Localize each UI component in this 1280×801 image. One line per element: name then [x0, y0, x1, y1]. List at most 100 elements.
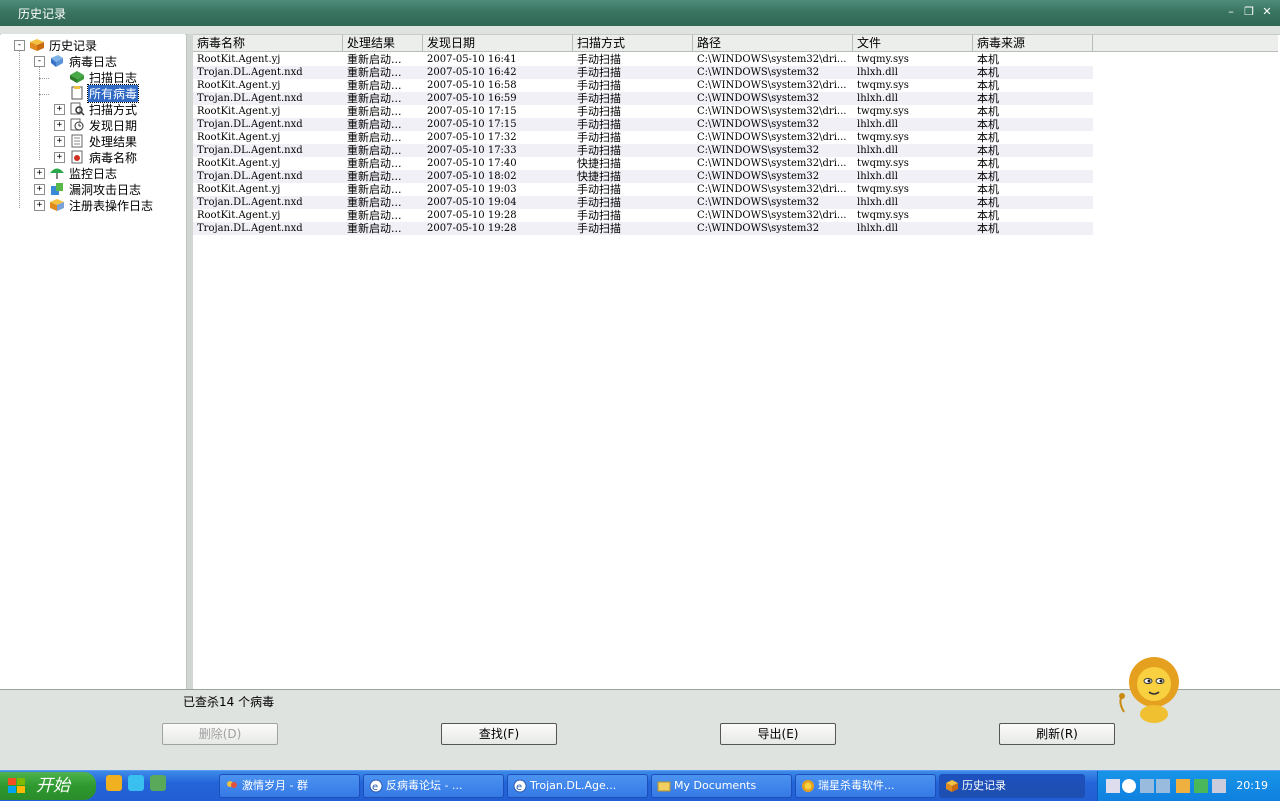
tree-node-result[interactable]: + 处理结果: [54, 133, 138, 149]
delete-button[interactable]: 删除(D): [162, 723, 278, 745]
tree-node-virus-log[interactable]: - 病毒日志: [34, 53, 118, 69]
column-filler: [1093, 35, 1278, 51]
task-button-antivirus-forum[interactable]: e 反病毒论坛 - ...: [363, 774, 504, 798]
network-icon[interactable]: [150, 775, 166, 791]
collapse-icon[interactable]: -: [34, 55, 45, 67]
clock: 20:19: [1236, 779, 1268, 792]
task-button-trojan[interactable]: e Trojan.DL.Age...: [507, 774, 648, 798]
column-virus-name[interactable]: 病毒名称: [193, 35, 343, 51]
cell-source: 本机: [977, 79, 999, 92]
expand-icon[interactable]: +: [54, 119, 65, 131]
cell-found-date: 2007-05-10 19:28: [427, 223, 517, 234]
minimize-icon[interactable]: –: [1224, 5, 1238, 19]
column-file[interactable]: 文件: [853, 35, 973, 51]
display-tray-icon[interactable]: [1156, 779, 1170, 793]
start-button[interactable]: 开始: [0, 772, 96, 800]
media-player-icon[interactable]: [106, 775, 122, 791]
chat-tray-icon[interactable]: [1176, 779, 1190, 793]
tree-node-exploit-log[interactable]: + 漏洞攻击日志: [34, 181, 142, 197]
expand-icon[interactable]: +: [54, 135, 65, 147]
table-row[interactable]: RootKit.Agent.yj 重新启动... 2007-05-10 19:28 手…: [193, 209, 1093, 222]
table-row[interactable]: RootKit.Agent.yj 重新启动... 2007-05-10 17:32 手…: [193, 131, 1093, 144]
tree-label: 监控日志: [69, 166, 118, 181]
browser-icon[interactable]: [128, 775, 144, 791]
table-row[interactable]: Trojan.DL.Agent.nxd 重新启动... 2007-05-10 18:…: [193, 170, 1093, 183]
lion-mascot-icon[interactable]: [1116, 652, 1182, 724]
table-row[interactable]: Trojan.DL.Agent.nxd 重新启动... 2007-05-10 17:…: [193, 118, 1093, 131]
cell-scan-method: 手动扫描: [577, 79, 621, 92]
task-button-history[interactable]: 历史记录: [939, 774, 1085, 798]
table-row[interactable]: RootKit.Agent.yj 重新启动... 2007-05-10 17:15 手…: [193, 105, 1093, 118]
task-label: 激情岁月 - 群: [242, 779, 308, 792]
expand-icon[interactable]: +: [54, 103, 65, 115]
cell-file: lhlxh.dll: [857, 67, 898, 78]
virus-name-icon: [71, 150, 83, 164]
task-label: 历史记录: [962, 779, 1006, 792]
task-button-group-chat[interactable]: 激情岁月 - 群: [219, 774, 360, 798]
windows-flag-icon: [8, 778, 25, 793]
close-icon[interactable]: ✕: [1260, 5, 1274, 19]
table-row[interactable]: Trojan.DL.Agent.nxd 重新启动... 2007-05-10 19:…: [193, 196, 1093, 209]
tree-node-virus-name[interactable]: + 病毒名称: [54, 149, 138, 165]
column-path[interactable]: 路径: [693, 35, 853, 51]
cell-file: twqmy.sys: [857, 80, 909, 91]
column-scan-method[interactable]: 扫描方式: [573, 35, 693, 51]
tree-node-scan-log[interactable]: 扫描日志: [69, 69, 138, 85]
screen-tray-icon[interactable]: [1212, 779, 1226, 793]
collapse-icon[interactable]: -: [14, 39, 25, 51]
table-row[interactable]: Trojan.DL.Agent.nxd 重新启动... 2007-05-10 17:…: [193, 144, 1093, 157]
refresh-button[interactable]: 刷新(R): [999, 723, 1115, 745]
column-source[interactable]: 病毒来源: [973, 35, 1093, 51]
keyboard-icon[interactable]: [1106, 779, 1120, 793]
cell-found-date: 2007-05-10 16:42: [427, 67, 517, 78]
table-row[interactable]: Trojan.DL.Agent.nxd 重新启动... 2007-05-10 16:…: [193, 66, 1093, 79]
cell-scan-method: 手动扫描: [577, 118, 621, 131]
tree-node-all-viruses[interactable]: 所有病毒: [69, 83, 140, 103]
table-row[interactable]: RootKit.Agent.yj 重新启动... 2007-05-10 19:03 手…: [193, 183, 1093, 196]
table-row[interactable]: Trojan.DL.Agent.nxd 重新启动... 2007-05-10 16:…: [193, 92, 1093, 105]
export-button[interactable]: 导出(E): [720, 723, 836, 745]
cell-file: lhlxh.dll: [857, 223, 898, 234]
cell-scan-method: 手动扫描: [577, 66, 621, 79]
tree-node-found-date[interactable]: + 发现日期: [54, 117, 138, 133]
expand-icon[interactable]: +: [34, 183, 45, 195]
column-found-date[interactable]: 发现日期: [423, 35, 573, 51]
restore-icon[interactable]: ❐: [1242, 5, 1256, 19]
table-row[interactable]: RootKit.Agent.yj 重新启动... 2007-05-10 16:41 手…: [193, 53, 1093, 66]
task-button-rising-antivirus[interactable]: 瑞星杀毒软件...: [795, 774, 936, 798]
tree-node-registry-log[interactable]: + 注册表操作日志: [34, 197, 154, 213]
find-button[interactable]: 查找(F): [441, 723, 557, 745]
table-row[interactable]: RootKit.Agent.yj 重新启动... 2007-05-10 17:40 快…: [193, 157, 1093, 170]
start-label: 开始: [36, 776, 70, 796]
cell-result: 重新启动...: [347, 222, 402, 235]
table-row[interactable]: RootKit.Agent.yj 重新启动... 2007-05-10 16:58 手…: [193, 79, 1093, 92]
cell-found-date: 2007-05-10 16:59: [427, 93, 517, 104]
expand-icon[interactable]: +: [34, 167, 45, 179]
cell-virus-name: Trojan.DL.Agent.nxd: [197, 93, 303, 104]
cell-scan-method: 手动扫描: [577, 53, 621, 66]
column-result[interactable]: 处理结果: [343, 35, 423, 51]
window-title: 历史记录: [18, 7, 67, 21]
cell-result: 重新启动...: [347, 79, 402, 92]
network-tray-icon[interactable]: [1140, 779, 1154, 793]
quick-launch: [106, 775, 166, 791]
splitter[interactable]: [186, 34, 193, 689]
folder-icon: [657, 781, 671, 792]
expand-icon[interactable]: +: [34, 199, 45, 211]
task-button-my-documents[interactable]: My Documents: [651, 774, 792, 798]
cell-virus-name: Trojan.DL.Agent.nxd: [197, 223, 303, 234]
system-tray: 20:19: [1097, 771, 1280, 801]
tree-node-monitor-log[interactable]: + 监控日志: [34, 165, 118, 181]
cell-file: lhlxh.dll: [857, 145, 898, 156]
document-icon: [71, 86, 83, 100]
cell-found-date: 2007-05-10 19:04: [427, 197, 517, 208]
window-titlebar: 历史记录 – ❐ ✕: [0, 0, 1280, 26]
cell-file: twqmy.sys: [857, 106, 909, 117]
tray-expand-icon[interactable]: [1122, 779, 1136, 793]
expand-icon[interactable]: +: [54, 151, 65, 163]
table-row[interactable]: Trojan.DL.Agent.nxd 重新启动... 2007-05-10 19:…: [193, 222, 1093, 235]
tree-node-scan-method[interactable]: + 扫描方式: [54, 101, 138, 117]
tree-node-history[interactable]: - 历史记录: [14, 37, 98, 53]
monitor-tray-icon[interactable]: [1194, 779, 1208, 793]
cell-path: C:\WINDOWS\system32: [697, 197, 820, 208]
